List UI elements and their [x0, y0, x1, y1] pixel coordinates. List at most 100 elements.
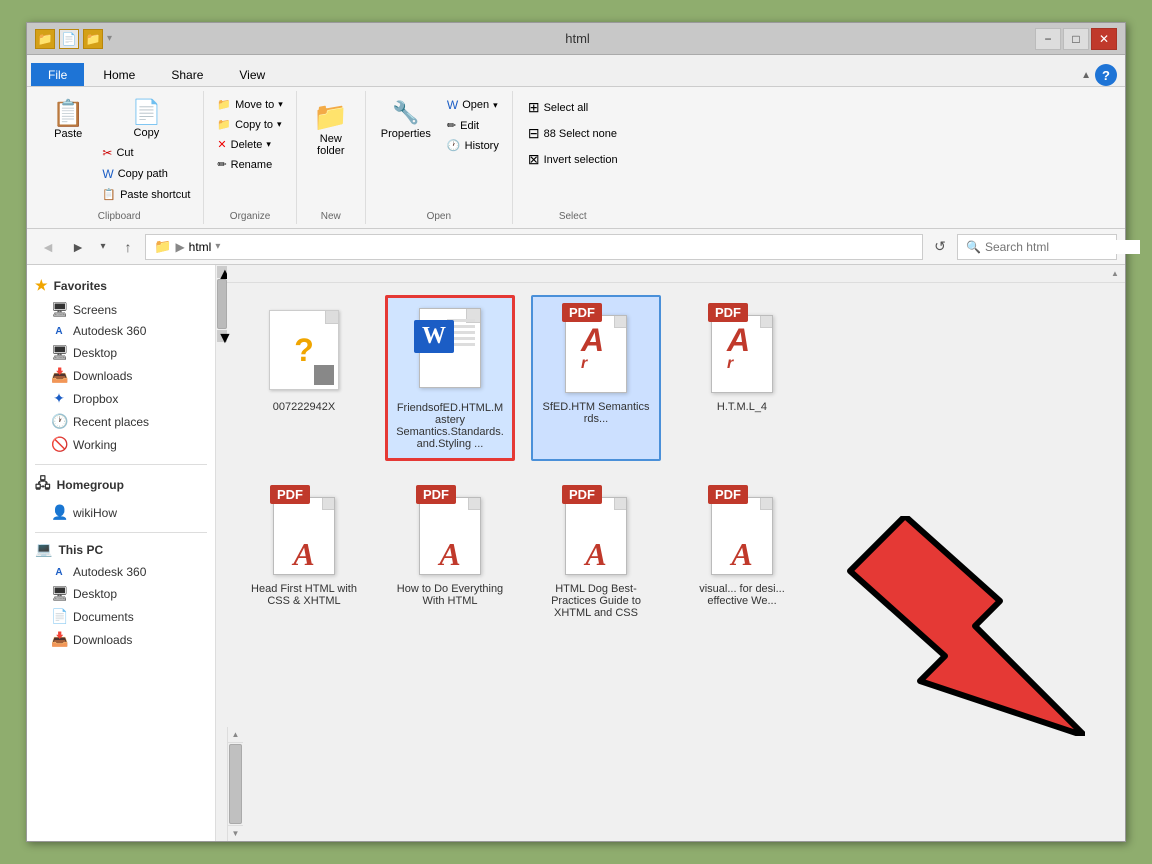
desktop-pc-icon: 🖥: [51, 585, 67, 602]
invert-selection-button[interactable]: ⊠ Invert selection: [521, 147, 625, 172]
maximize-button[interactable]: □: [1063, 28, 1089, 50]
copy-large-button[interactable]: 📄 Copy: [97, 95, 195, 142]
delete-button[interactable]: ✕ Delete ▾: [212, 135, 287, 154]
file-item-0[interactable]: ? 007222942X: [239, 295, 369, 461]
sidebar-item-working[interactable]: 🚫 Working: [27, 433, 215, 456]
sidebar-scroll-down[interactable]: ▼: [217, 330, 227, 342]
pdf-badge-2: PDF: [562, 303, 602, 322]
address-path[interactable]: 📁 ▶ html ▾: [145, 234, 923, 260]
homegroup-icon: 🖧: [35, 473, 51, 497]
new-content: 📁 New folder: [305, 91, 357, 208]
ribbon-group-open: 🔧 Properties W Open ▾ ✏ Edit 🕐: [366, 91, 513, 224]
tab-file[interactable]: File: [31, 63, 84, 86]
back-button[interactable]: ◄: [35, 234, 61, 260]
sidebar-item-dropbox[interactable]: ✦ Dropbox: [27, 387, 215, 410]
select-all-icon: ⊞: [528, 99, 540, 116]
move-to-button[interactable]: 📁 Move to ▾: [212, 95, 287, 114]
sidebar-item-downloads[interactable]: 📥 Downloads: [27, 364, 215, 387]
file-item-6[interactable]: A PDF HTML Dog Best-Practices Guide to X…: [531, 477, 661, 629]
desktop-fav-label: Desktop: [73, 346, 117, 360]
recent-icon: 🕐: [51, 413, 67, 430]
select-all-button[interactable]: ⊞ Select all: [521, 95, 625, 120]
sidebar-item-recent[interactable]: 🕐 Recent places: [27, 410, 215, 433]
sidebar-scroll-thumb[interactable]: [217, 279, 227, 329]
ribbon-collapse-icon[interactable]: ▲: [1081, 70, 1091, 81]
forward-button[interactable]: ►: [65, 234, 91, 260]
rename-button[interactable]: ✏ Rename: [212, 155, 287, 174]
paste-shortcut-button[interactable]: 📋 Paste shortcut: [97, 185, 195, 204]
sidebar-scroll-up[interactable]: ▲: [217, 266, 227, 278]
open-button[interactable]: W Open ▾: [442, 95, 504, 115]
scroll-up-button[interactable]: ▲: [1107, 266, 1123, 282]
cut-button[interactable]: ✂ Cut: [97, 143, 195, 163]
file-item-5[interactable]: A PDF How to Do Everything With HTML: [385, 477, 515, 629]
file-icon-0: ?: [259, 305, 349, 395]
search-input[interactable]: [985, 240, 1140, 254]
tab-view[interactable]: View: [222, 63, 282, 86]
search-icon: 🔍: [966, 240, 981, 254]
screens-icon: 🖥: [51, 301, 67, 318]
close-button[interactable]: ✕: [1091, 28, 1117, 50]
pdf-badge-7: PDF: [708, 485, 748, 504]
file-row-1: ? 007222942X: [239, 295, 1113, 461]
main-scroll-down-btn[interactable]: ▼: [228, 825, 243, 841]
pdf-badge-6: PDF: [562, 485, 602, 504]
open-dropdown-icon: ▾: [493, 100, 498, 111]
dropdown-button[interactable]: ▾: [95, 234, 111, 260]
documents-icon: 📄: [51, 608, 67, 625]
copy-path-icon: W: [102, 167, 113, 181]
file-item-7[interactable]: A PDF visual... for desi... effective We…: [677, 477, 807, 629]
file-icon-5: A PDF: [405, 487, 495, 577]
new-folder-icon: 📁: [313, 100, 348, 133]
cut-label: Cut: [116, 147, 133, 159]
sidebar-item-autodesk360-fav[interactable]: A Autodesk 360: [27, 321, 215, 341]
sidebar-item-desktop-pc[interactable]: 🖥 Desktop: [27, 582, 215, 605]
up-button[interactable]: ↑: [115, 234, 141, 260]
copy-path-button[interactable]: W Copy path: [97, 164, 195, 184]
sidebar-thispc-header[interactable]: 💻 This PC: [27, 537, 215, 562]
file-item-4[interactable]: A PDF Head First HTML with CSS & XHTML: [239, 477, 369, 629]
tab-share[interactable]: Share: [154, 63, 220, 86]
refresh-button[interactable]: ↺: [927, 234, 953, 260]
file-item-1[interactable]: W FriendsofED.HTML.Mastery Semantics.Sta…: [385, 295, 515, 461]
delete-dropdown-icon: ▾: [266, 139, 271, 150]
content-area: ★ Favorites 🖥 Screens A Autodesk 360 🖥 D…: [27, 265, 1125, 841]
sidebar-item-documents[interactable]: 📄 Documents: [27, 605, 215, 628]
doc-icon: 📄: [59, 29, 79, 49]
new-folder-button[interactable]: 📁 New folder: [305, 95, 357, 162]
addressbar: ◄ ► ▾ ↑ 📁 ▶ html ▾ ↺ 🔍: [27, 229, 1125, 265]
sidebar-section-homegroup: 🖧 Homegroup 👤 wikiHow: [27, 469, 215, 524]
minimize-button[interactable]: −: [1035, 28, 1061, 50]
sidebar-item-wikihow[interactable]: 👤 wikiHow: [27, 501, 215, 524]
ribbon-right-controls: ▲ ?: [1081, 64, 1125, 86]
sidebar-item-desktop-fav[interactable]: 🖥 Desktop: [27, 341, 215, 364]
copy-to-button[interactable]: 📁 Copy to ▾: [212, 115, 287, 134]
file-item-3[interactable]: A r PDF H.T.M.L_4: [677, 295, 807, 461]
file-icon-7: A PDF: [697, 487, 787, 577]
sidebar-scrollbar[interactable]: ▲ ▼: [215, 265, 227, 841]
copy-icon-large: 📄: [131, 98, 161, 127]
file-icon-4: A PDF: [259, 487, 349, 577]
main-scroll-up-btn[interactable]: ▲: [228, 727, 243, 743]
pdf-acrobat-a-2: A: [581, 322, 604, 358]
address-dropdown-icon[interactable]: ▾: [215, 241, 220, 252]
sidebar-favorites-header[interactable]: ★ Favorites: [27, 273, 215, 298]
help-button[interactable]: ?: [1095, 64, 1117, 86]
sidebar-homegroup-header[interactable]: 🖧 Homegroup: [27, 469, 215, 501]
file-item-2[interactable]: A r PDF SfED.HTM Semantics rds...: [531, 295, 661, 461]
sidebar-divider-2: [35, 532, 207, 533]
sidebar: ★ Favorites 🖥 Screens A Autodesk 360 🖥 D…: [27, 265, 215, 841]
properties-button[interactable]: 🔧 Properties: [374, 95, 438, 145]
sidebar-item-screens[interactable]: 🖥 Screens: [27, 298, 215, 321]
select-none-button[interactable]: ⊟ 88 Select none: [521, 121, 625, 146]
file-grid-scroll[interactable]: ? 007222942X: [227, 283, 1125, 727]
clipboard-content: 📋 Paste 📄 Copy ✂ Cut: [43, 91, 195, 208]
tab-home[interactable]: Home: [86, 63, 152, 86]
paste-button[interactable]: 📋 Paste: [43, 95, 93, 145]
sidebar-item-downloads-pc[interactable]: 📥 Downloads: [27, 628, 215, 651]
sidebar-item-autodesk360-pc[interactable]: A Autodesk 360: [27, 562, 215, 582]
history-button[interactable]: 🕐 History: [442, 136, 504, 155]
edit-button[interactable]: ✏ Edit: [442, 116, 504, 135]
main-scroll-thumb[interactable]: [229, 744, 242, 824]
pdf-acrobat-r-3: r: [727, 355, 733, 372]
